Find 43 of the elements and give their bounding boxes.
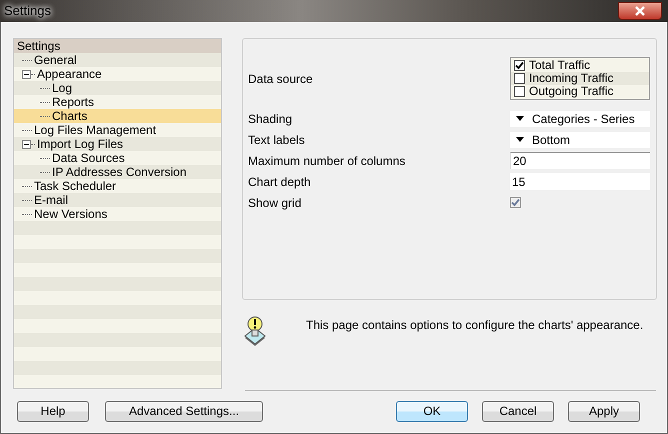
option-label: Text labels [248,132,306,148]
checkbox-label: Incoming Traffic [529,72,614,85]
option-label: Shading [248,110,294,128]
checkbox[interactable] [514,60,525,71]
tree-item[interactable]: Reports [52,95,94,109]
tree-item[interactable]: Log [52,81,72,95]
collapse-icon[interactable] [22,70,31,78]
tree-item[interactable]: E-mail [34,193,68,207]
dropdown[interactable]: Bottom [510,132,650,148]
close-icon [633,5,647,17]
checkbox-label: Outgoing Traffic [529,85,614,98]
tree-item[interactable]: Log Files Management [34,123,156,137]
tree-item[interactable]: Data Sources [52,151,125,165]
tree-item[interactable]: IP Addresses Conversion [52,165,187,179]
tree-item[interactable]: Appearance [37,67,102,81]
close-button[interactable] [618,2,662,20]
window-title: Settings [4,2,51,20]
collapse-icon[interactable] [22,140,31,148]
info-text: This page contains options to configure the charts' appearance. [305,317,644,334]
input-field[interactable]: 20 [510,152,650,169]
input-field[interactable]: 15 [510,173,650,190]
lightbulb-icon [244,316,266,346]
tree-item[interactable]: Task Scheduler [34,179,116,193]
option-label: Show grid [248,194,302,212]
tree-item[interactable]: General [34,53,77,67]
dropdown-arrow-icon [516,137,524,142]
checkbox-label: Total Traffic [529,59,590,72]
option-label: Chart depth [248,174,312,190]
dialog-button[interactable]: Help [17,401,89,422]
dropdown[interactable]: Categories - Series [510,110,650,126]
tree-item[interactable]: New Versions [34,207,108,221]
tree-item[interactable]: Charts [52,109,88,123]
dialog-button[interactable]: Apply [568,401,640,422]
dialog-button[interactable]: OK [396,401,468,422]
option-label: Data source [248,70,314,88]
dialog-button[interactable]: Advanced Settings... [105,401,263,422]
dropdown-arrow-icon [516,116,524,121]
tree-item[interactable]: Import Log Files [37,137,124,151]
dialog-button[interactable]: Cancel [482,401,554,422]
option-label: Maximum number of columns [248,152,406,170]
tree-root-item[interactable]: Settings [14,39,221,53]
checkbox[interactable] [514,86,525,97]
checkbox[interactable] [514,73,525,84]
